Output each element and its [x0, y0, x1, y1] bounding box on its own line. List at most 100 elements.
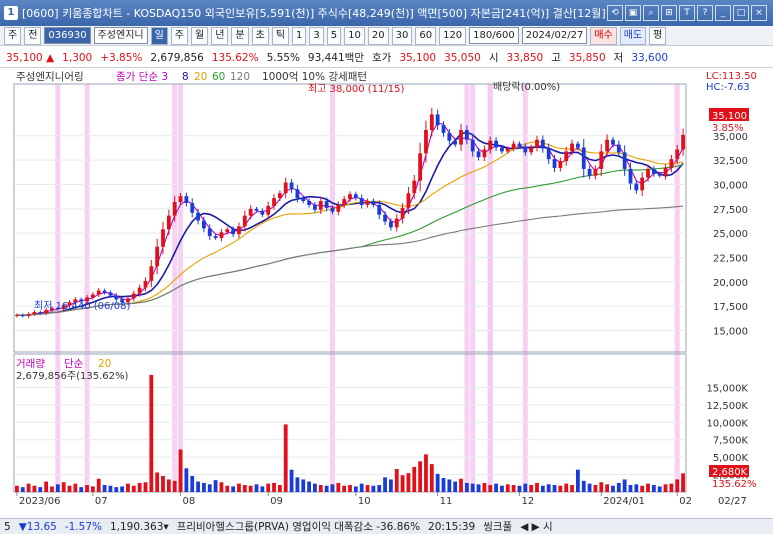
highlight-band	[464, 84, 470, 492]
period-month-button[interactable]: 월	[191, 26, 209, 45]
status-rate: -1.57%	[64, 520, 102, 533]
volume-bar	[540, 485, 545, 492]
date-field[interactable]: 2024/02/27	[521, 27, 588, 44]
capture-icon[interactable]: ⊞	[661, 5, 677, 21]
interval-5-button[interactable]: 5	[326, 26, 342, 45]
stock-name-field[interactable]: 주성엔지니	[93, 27, 148, 44]
volume-bar	[120, 486, 125, 492]
volume-bar	[67, 485, 72, 492]
price-chart[interactable]: 35,00032,50030,00027,50025,00022,50020,0…	[0, 68, 773, 518]
candle-body	[453, 140, 458, 145]
interval-30-button[interactable]: 30	[391, 26, 413, 45]
sell-button[interactable]: 매도	[619, 26, 647, 45]
candle-body	[272, 198, 276, 206]
status-nav[interactable]: ◀ ▶ 시	[520, 519, 553, 534]
volume-bar	[90, 486, 95, 492]
scope-select[interactable]: 전	[24, 26, 42, 45]
x-tick-label: 09	[270, 496, 283, 507]
price-legend-ma20: 20	[194, 71, 207, 83]
period-day-button[interactable]: 일	[150, 26, 168, 45]
interval-1-button[interactable]: 1	[292, 26, 307, 45]
status-index-name: 5	[4, 520, 11, 533]
eval-button[interactable]: 평	[649, 26, 667, 45]
x-tick-label: 10	[358, 496, 371, 507]
volume-bar	[213, 480, 218, 492]
interval-120-button[interactable]: 120	[439, 26, 467, 45]
period-second-button[interactable]: 초	[251, 26, 269, 45]
candle-body	[511, 143, 516, 149]
volume-bar	[184, 468, 189, 492]
volume-bar	[470, 483, 475, 492]
candle-body	[476, 151, 481, 158]
last-volume-rate: 135.62%	[712, 479, 757, 490]
candle-body	[470, 139, 475, 152]
low-price: 33,600	[631, 51, 669, 64]
candle-body	[225, 229, 230, 233]
volume-bar	[324, 485, 329, 492]
candle-body	[394, 218, 399, 228]
volume-bar	[50, 486, 54, 492]
candle-body	[593, 168, 598, 176]
open-price: 33,850	[506, 51, 544, 64]
close-icon[interactable]: ×	[751, 5, 767, 21]
status-index-value: 1,190.363▾	[109, 520, 169, 533]
volume-bar	[32, 485, 37, 492]
x-tick-label: 11	[440, 496, 453, 507]
volume-bar	[657, 486, 662, 492]
volume-bar	[126, 483, 130, 492]
volume-tick-label: 15,000K	[706, 383, 748, 394]
status-news[interactable]: 프리비아헬스그룹(PRVA) 영업이익 대폭감소 -36.86%	[177, 519, 420, 534]
volume-bar	[628, 485, 633, 492]
volume-bar	[348, 485, 352, 492]
interval-10-button[interactable]: 10	[344, 26, 365, 45]
search-icon[interactable]: ⌕	[643, 5, 659, 21]
candle-body	[622, 152, 627, 169]
save-icon[interactable]: ▣	[625, 5, 641, 21]
candle-body	[219, 232, 224, 239]
interval-60-button[interactable]: 60	[415, 26, 437, 45]
volume-bar	[500, 485, 504, 492]
x-tick-label: 2024/01	[603, 496, 645, 507]
price-tick-label: 22,500	[713, 254, 748, 265]
volume-bar	[371, 485, 376, 492]
volume-bar	[365, 485, 370, 492]
candle-body	[500, 147, 504, 152]
candle-body	[424, 129, 428, 154]
link-icon[interactable]: ⟲	[607, 5, 623, 21]
candle-body	[657, 173, 662, 176]
price-tick-label: 27,500	[713, 205, 748, 216]
code-input[interactable]: 036930	[44, 27, 91, 44]
buy-button[interactable]: 매수	[590, 26, 617, 45]
lc-label: LC:113.50	[706, 71, 757, 82]
candle-body	[570, 143, 574, 152]
candle-body	[616, 144, 621, 153]
highlight-band	[178, 84, 184, 492]
window-title: [0600] 키움종합차트 - KOSDAQ150 외국인보유[5,591(천)…	[22, 7, 607, 20]
volume-bar	[219, 482, 224, 492]
help-icon[interactable]: ?	[697, 5, 713, 21]
period-week-button[interactable]: 주	[170, 26, 188, 45]
candle-body	[330, 207, 335, 212]
count-field[interactable]: 180/600	[469, 27, 519, 44]
period-minute-button[interactable]: 분	[231, 26, 249, 45]
candle-body	[231, 229, 236, 235]
candle-body	[137, 287, 142, 294]
candle-body	[190, 202, 195, 213]
volume-bar	[546, 484, 551, 492]
candle-body	[558, 161, 563, 168]
maximize-icon[interactable]: □	[733, 5, 749, 21]
price-legend-ma120: 120	[230, 71, 250, 83]
period-tick-button[interactable]: 틱	[271, 26, 290, 45]
interval-3-button[interactable]: 3	[309, 26, 324, 45]
period-year-button[interactable]: 년	[211, 26, 229, 45]
font-icon[interactable]: T	[679, 5, 695, 21]
minimize-icon[interactable]: _	[715, 5, 731, 21]
market-select[interactable]: 주	[4, 26, 22, 45]
candle-body	[213, 236, 218, 239]
candle-body	[681, 134, 685, 150]
candle-body	[581, 147, 586, 169]
candle-body	[353, 194, 358, 199]
x-tick-label: 02	[679, 496, 692, 507]
interval-20-button[interactable]: 20	[367, 26, 389, 45]
volume-tick-label: 12,500K	[706, 401, 748, 412]
